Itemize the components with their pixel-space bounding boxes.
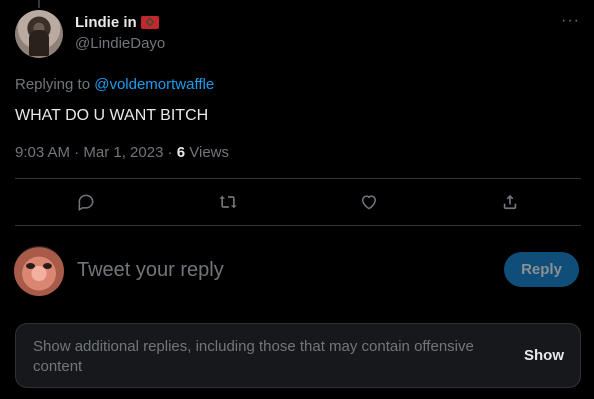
- author-handle[interactable]: @LindieDayo: [75, 35, 165, 52]
- views-count[interactable]: 6: [177, 144, 185, 161]
- replying-to: Replying to @voldemortwaffle: [15, 76, 214, 93]
- reply-button[interactable]: Reply: [504, 252, 579, 287]
- tweet-meta: 9:03 AM · Mar 1, 2023 · 6 Views: [15, 144, 229, 161]
- tweet-actions: [0, 180, 594, 225]
- reply-input[interactable]: [77, 254, 477, 286]
- reply-button-label: Reply: [521, 261, 562, 278]
- author-avatar[interactable]: [15, 10, 63, 58]
- tweet-text: WHAT DO U WANT BITCH: [15, 107, 209, 124]
- author-name-row: Lindie in: [75, 14, 159, 31]
- replying-mention-link[interactable]: @voldemortwaffle: [94, 76, 214, 93]
- retweet-icon[interactable]: [216, 190, 240, 214]
- current-user-avatar[interactable]: [14, 246, 64, 296]
- thread-line: [38, 0, 40, 8]
- reply-composer: Reply: [0, 240, 594, 300]
- author-display-name[interactable]: Lindie in: [75, 14, 137, 31]
- show-additional-replies-button[interactable]: Show: [524, 347, 564, 364]
- morocco-flag-icon: [140, 16, 159, 29]
- like-icon[interactable]: [357, 190, 381, 214]
- divider: [15, 178, 581, 179]
- replying-prefix: Replying to: [15, 76, 95, 93]
- share-icon[interactable]: [498, 190, 522, 214]
- additional-replies-text: Show additional replies, including those…: [33, 338, 474, 375]
- additional-replies-box: Show additional replies, including those…: [15, 323, 581, 388]
- views-label[interactable]: Views: [185, 144, 229, 161]
- divider: [15, 225, 581, 226]
- tweet-timestamp[interactable]: 9:03 AM · Mar 1, 2023 ·: [15, 144, 177, 161]
- reply-icon[interactable]: [74, 190, 98, 214]
- more-options-icon[interactable]: ···: [561, 12, 580, 30]
